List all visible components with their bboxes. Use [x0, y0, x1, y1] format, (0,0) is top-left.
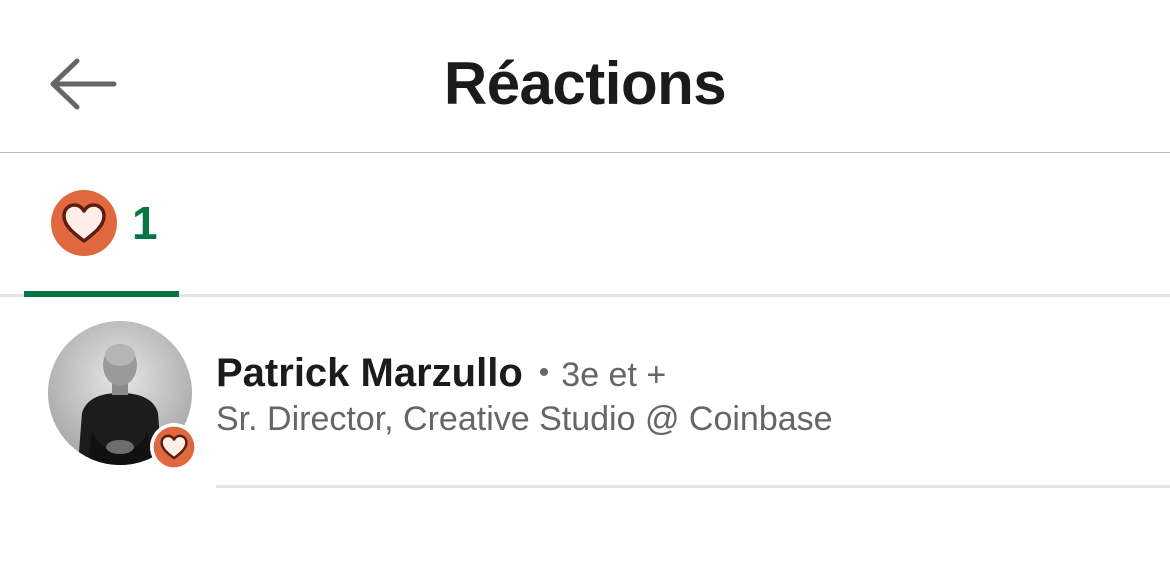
connection-degree: 3e et + — [561, 356, 667, 394]
page-title: Réactions — [443, 50, 727, 117]
heart-reaction-icon — [153, 426, 195, 468]
list-item[interactable]: Patrick Marzullo • 3e et + Sr. Director, C… — [0, 297, 1170, 489]
tab-love[interactable]: 1 — [24, 153, 179, 297]
reaction-tabs: 1 — [0, 153, 1170, 297]
heart-reaction-icon — [51, 190, 117, 256]
member-name[interactable]: Patrick Marzullo — [216, 351, 523, 395]
header: Réactions — [0, 0, 1170, 153]
reaction-badge — [150, 423, 198, 471]
member-headline: Sr. Director, Creative Studio @ Coinbase — [216, 400, 833, 438]
reactions-screen: Réactions 1 Patrick Marzullo • 3e et + S… — [0, 0, 1170, 572]
separator-dot: • — [538, 356, 550, 389]
row-divider — [216, 485, 1170, 488]
tab-count: 1 — [132, 197, 158, 249]
